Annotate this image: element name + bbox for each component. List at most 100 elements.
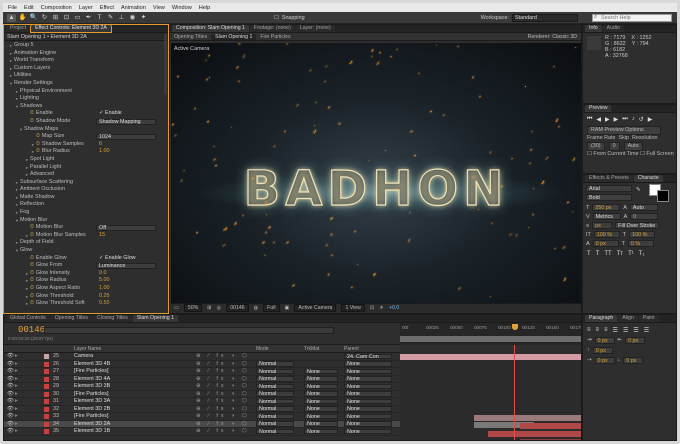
- layer-name[interactable]: Element 3D 2A: [74, 421, 110, 429]
- layer-name[interactable]: [Fire Particles]: [74, 413, 108, 421]
- vertical-scale-field[interactable]: 100 %: [593, 231, 620, 238]
- layer-switches[interactable]: ⊕ ∕ fx ◑ ⬡: [196, 406, 250, 414]
- effect-property-row[interactable]: ▸ Matte Shadow: [4, 194, 168, 202]
- effect-property-row[interactable]: ▾ Glow: [4, 247, 168, 255]
- effect-property-dropdown[interactable]: 1024: [96, 133, 156, 140]
- next-frame-icon[interactable]: ▶: [614, 116, 619, 123]
- effect-property-row[interactable]: ▸ ⏱ Blur Radius 1.00: [4, 148, 168, 156]
- stopwatch-icon[interactable]: ⏱: [30, 232, 34, 240]
- workspace-select[interactable]: Standard: [512, 13, 578, 22]
- layer-switches[interactable]: ⊕ ∕ fx ◑ ⬡: [196, 383, 250, 391]
- label-color-box[interactable]: [44, 369, 49, 375]
- layer-duration-bar[interactable]: [400, 354, 581, 360]
- timeline-layer-row[interactable]: 👁 ▸ 32 Element 3D 2B ⊕ ∕ fx ◑ ⬡ Normal None Non…: [4, 406, 400, 414]
- justify-all-icon[interactable]: ☰: [644, 327, 649, 334]
- trkmat-select[interactable]: None: [304, 398, 338, 405]
- lock-toggle[interactable]: ▸: [15, 361, 18, 369]
- lock-toggle[interactable]: ▸: [15, 391, 18, 399]
- eraser-tool-icon[interactable]: ◉: [128, 14, 137, 22]
- label-color-box[interactable]: [44, 421, 49, 427]
- label-color-box[interactable]: [44, 384, 49, 390]
- text-style-button[interactable]: T¹: [628, 251, 634, 257]
- first-line-indent-field[interactable]: 0 px: [594, 357, 615, 364]
- stopwatch-icon[interactable]: ⏱: [30, 293, 34, 301]
- search-help-input[interactable]: ⌕ Search Help: [592, 13, 672, 22]
- effect-property-row[interactable]: ▸ Fog: [4, 209, 168, 217]
- label-color-box[interactable]: [44, 414, 49, 420]
- menu-item-animation[interactable]: Animation: [121, 5, 146, 11]
- stopwatch-icon[interactable]: ⏱: [30, 285, 34, 293]
- eye-icon[interactable]: 👁: [7, 391, 14, 399]
- eye-icon[interactable]: 👁: [7, 428, 14, 436]
- blend-mode-select[interactable]: Normal: [256, 383, 294, 390]
- camera-snapshot-icon[interactable]: ◎: [217, 305, 222, 311]
- blend-mode-select[interactable]: Normal: [256, 398, 294, 405]
- layer-name[interactable]: Element 3D 2B: [74, 406, 110, 414]
- parent-select[interactable]: None: [344, 383, 392, 390]
- toggle-pixel-icon[interactable]: ⊡: [370, 305, 374, 311]
- stopwatch-icon[interactable]: ⏱: [30, 262, 34, 270]
- effect-property-row[interactable]: ▸ Group 5: [4, 42, 168, 50]
- zoom-select[interactable]: 50%: [183, 304, 203, 312]
- layer-switches[interactable]: ⊕ ∕ fx ◑ ⬡: [196, 368, 250, 376]
- work-area-bar[interactable]: [400, 336, 581, 342]
- ram-preview-icon[interactable]: ▶: [648, 116, 653, 123]
- blend-mode-select[interactable]: Normal: [256, 376, 294, 382]
- stopwatch-icon[interactable]: ⏱: [30, 118, 34, 126]
- crumb-fire-particles[interactable]: Fire Particles: [260, 34, 290, 40]
- effect-property-row[interactable]: ⏱ Map Size 1024: [4, 133, 168, 141]
- effect-property-row[interactable]: ▸ Custom Layers: [4, 65, 168, 73]
- blend-mode-select[interactable]: Normal: [256, 421, 294, 427]
- current-time-display[interactable]: 00146: [226, 304, 249, 312]
- menu-item-effect[interactable]: Effect: [100, 5, 114, 11]
- timeline-layer-row[interactable]: 👁 ▸ 25 Camera ⊕ ∕ fx ◑ ⬡ 24. Cam Con: [4, 353, 400, 361]
- indent-right-field[interactable]: 0 px: [625, 337, 646, 344]
- trkmat-select[interactable]: None: [304, 406, 338, 412]
- effect-property-dropdown[interactable]: Luminance: [96, 263, 156, 270]
- last-frame-icon[interactable]: ⏭: [622, 116, 627, 123]
- blend-mode-select[interactable]: Normal: [256, 413, 294, 420]
- effect-property-row[interactable]: ▸ ⏱ Glow Aspect Ratio 1.00: [4, 285, 168, 293]
- crumb-opening-titles[interactable]: Opening Titles: [174, 34, 207, 40]
- eye-icon[interactable]: 👁: [7, 421, 14, 429]
- menu-item-window[interactable]: Window: [172, 5, 192, 11]
- effect-property-dropdown[interactable]: Off: [96, 225, 156, 232]
- tab-preview[interactable]: Preview: [585, 105, 612, 112]
- effect-property-row[interactable]: ▾ Motion Blur: [4, 217, 168, 225]
- mode-column[interactable]: Mode: [256, 345, 269, 353]
- pan-behind-tool-icon[interactable]: ⊡: [62, 14, 71, 22]
- effect-property-row[interactable]: ▸ ⏱ Glow Threshold Soft 0.50: [4, 300, 168, 308]
- trkmat-column[interactable]: TrkMat: [304, 345, 319, 353]
- parent-column[interactable]: Parent: [344, 345, 359, 353]
- effect-property-row[interactable]: ▸ ⏱ Shadow Samples 6: [4, 141, 168, 149]
- effect-property-row[interactable]: ▸ Physical Environment: [4, 88, 168, 96]
- layer-name[interactable]: Element 3D 3B: [74, 383, 110, 391]
- clone-tool-icon[interactable]: ⊥: [117, 14, 126, 22]
- tab-opening-titles[interactable]: Opening Titles: [50, 315, 92, 322]
- grid-icon[interactable]: ⊞: [207, 305, 211, 311]
- effect-property-row[interactable]: ⏱ Enable ✓ Enable: [4, 110, 168, 118]
- eye-icon[interactable]: 👁: [7, 361, 14, 369]
- menu-item-view[interactable]: View: [153, 5, 165, 11]
- effect-property-row[interactable]: ▸ World Transform: [4, 57, 168, 65]
- blend-mode-select[interactable]: Normal: [256, 428, 294, 435]
- timeline-layer-row[interactable]: 👁 ▸ 27 [Fire Particles] ⊕ ∕ fx ◑ ⬡ Normal None…: [4, 368, 400, 376]
- tracking-field[interactable]: 0: [630, 213, 659, 220]
- effect-property-row[interactable]: ▸ Depth of Field: [4, 239, 168, 247]
- justify-center-icon[interactable]: ☰: [623, 327, 628, 334]
- layer-name[interactable]: Element 3D 3A: [74, 398, 110, 406]
- space-after-field[interactable]: 0 px: [623, 357, 644, 364]
- label-color-box[interactable]: [44, 399, 49, 405]
- effect-property-value[interactable]: 15: [99, 232, 105, 240]
- timeline-layer-row[interactable]: 👁 ▸ 34 Element 3D 2A ⊕ ∕ fx ◑ ⬡ Normal None Non…: [4, 420, 400, 429]
- current-time-indicator[interactable]: [512, 324, 518, 330]
- label-color-box[interactable]: [44, 391, 49, 397]
- trkmat-select[interactable]: None: [304, 376, 338, 382]
- effect-property-row[interactable]: ▾ Shadows: [4, 103, 168, 111]
- menu-item-layer[interactable]: Layer: [79, 5, 93, 11]
- lock-toggle[interactable]: ▸: [15, 376, 18, 384]
- effect-property-row[interactable]: ▾ Render Settings: [4, 80, 168, 88]
- lock-toggle[interactable]: ▸: [15, 353, 18, 361]
- eye-icon[interactable]: 👁: [7, 413, 14, 421]
- menu-item-help[interactable]: Help: [199, 5, 211, 11]
